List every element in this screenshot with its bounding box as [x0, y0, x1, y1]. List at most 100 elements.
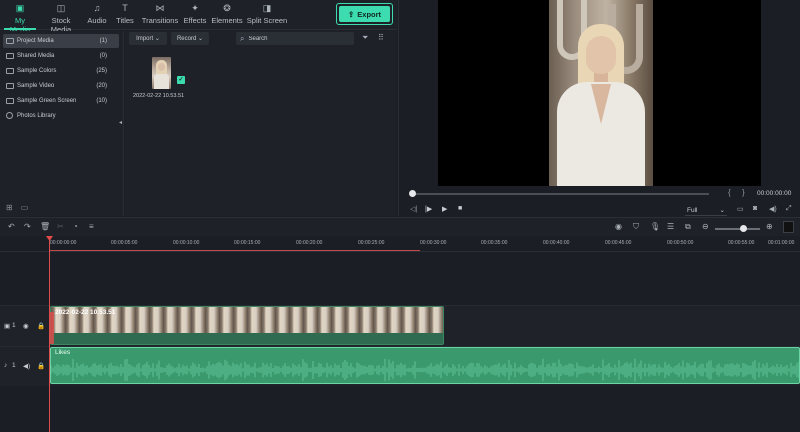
folder-icon[interactable]: ▭ [21, 203, 29, 212]
stop-icon[interactable]: ■ [458, 205, 462, 212]
tab-effects[interactable]: ✦ Effects [182, 0, 208, 29]
previous-frame-icon[interactable]: ◁| [410, 205, 417, 213]
cut-icon[interactable]: ✂ [57, 222, 64, 231]
folder-icon [6, 38, 14, 44]
folder-icon [6, 98, 14, 104]
eye-icon[interactable]: ◉ [23, 322, 29, 330]
ruler-label: 00:00:05:00 [111, 240, 138, 246]
sidebar-item-sample-green-screen[interactable]: Sample Green Screen (10) [3, 94, 119, 108]
quality-dropdown[interactable]: Full ⌄ [685, 205, 727, 216]
zoom-out-icon[interactable]: ⊖ [702, 222, 709, 231]
tab-transitions[interactable]: ⋈ Transitions [141, 0, 179, 29]
export-button[interactable]: ⇪ Export [336, 3, 393, 25]
panel-toggle-button[interactable] [783, 221, 794, 233]
record-dropdown[interactable]: Record ⌄ [171, 32, 209, 45]
redo-icon[interactable]: ↷ [24, 222, 31, 231]
fullscreen-icon[interactable]: ⤢ [786, 205, 792, 213]
media-icon: ▣ [15, 3, 25, 13]
new-folder-icon[interactable]: ⊞ [6, 203, 13, 212]
sidebar-item-count: (0) [99, 53, 107, 59]
export-label: Export [357, 9, 382, 19]
audio-track-icon: ♪ [4, 362, 8, 369]
lock-icon[interactable]: 🔒 [37, 362, 45, 370]
ruler-label: 00:00:30:00 [420, 240, 447, 246]
export-icon: ⇪ [347, 9, 355, 19]
play-icon[interactable]: ▶ [442, 205, 447, 213]
tab-split-screen[interactable]: ◨ Split Screen [246, 0, 288, 29]
video-clip[interactable]: 2022-02-22 10.53.51 [50, 306, 444, 345]
tab-titles[interactable]: T Titles [114, 0, 136, 29]
speed-icon[interactable]: ◔ [73, 222, 78, 231]
sidebar-item-project-media[interactable]: Project Media (1) [3, 34, 119, 48]
video-player[interactable] [438, 0, 761, 186]
grid-view-icon[interactable]: ⠿ [378, 33, 384, 42]
adjust-icon[interactable]: ≡ [89, 222, 94, 231]
volume-icon[interactable]: ◀) [23, 362, 30, 370]
volume-icon[interactable]: ◀) [769, 205, 777, 213]
preview-frame [549, 0, 653, 186]
media-tab-bar: ▣ My Media ◫ Stock Media ♫ Audio T Title… [0, 0, 397, 34]
tab-label: Audio [87, 16, 107, 25]
search-icon: ⌕ [240, 33, 245, 43]
sidebar-item-shared-media[interactable]: Shared Media (0) [3, 49, 119, 63]
tab-elements[interactable]: ❂ Elements [211, 0, 243, 29]
stock-media-icon: ◫ [56, 3, 66, 13]
tab-stock-media[interactable]: ◫ Stock Media [41, 0, 81, 34]
display-icon[interactable]: ▭ [737, 205, 744, 213]
collapse-arrow-icon[interactable]: ◂ [119, 119, 122, 126]
import-label: Import [136, 35, 154, 42]
zoom-slider[interactable] [715, 228, 760, 230]
delete-icon[interactable]: 🗑 [40, 222, 50, 231]
media-thumbnail[interactable] [152, 57, 171, 89]
tab-audio[interactable]: ♫ Audio [86, 0, 108, 29]
audio-track-number: 1 [12, 362, 16, 369]
chevron-down-icon: ⌄ [719, 207, 725, 214]
sidebar-item-count: (25) [96, 68, 107, 74]
ruler-label: 00:00:00:00 [50, 240, 77, 246]
filter-icon[interactable]: ⏷ [362, 33, 368, 43]
playhead[interactable] [49, 236, 50, 432]
audio-clip[interactable]: Likes [50, 347, 800, 384]
checkmark-icon: ✓ [177, 76, 185, 84]
snap-icon[interactable]: ⧉ [685, 222, 691, 232]
ruler-label: 00:00:55:00 [728, 240, 755, 246]
transitions-icon: ⋈ [155, 3, 165, 13]
preview-timecode: 00:00:00:00 [757, 190, 792, 197]
import-dropdown[interactable]: Import ⌄ [129, 32, 167, 45]
zoom-slider-handle[interactable] [740, 225, 747, 232]
search-box: ⌕ [236, 32, 354, 45]
list-icon[interactable]: ☰ [667, 222, 674, 231]
video-track-icon: ▣ [4, 323, 11, 330]
search-input[interactable] [248, 35, 339, 42]
lock-icon[interactable]: 🔒 [37, 322, 45, 330]
split-screen-icon: ◨ [262, 3, 272, 13]
scrub-track[interactable] [411, 193, 709, 195]
sidebar-item-sample-video[interactable]: Sample Video (20) [3, 79, 119, 93]
microphone-icon[interactable]: 🎙 [650, 222, 660, 231]
snapshot-icon[interactable]: ◙ [753, 205, 757, 212]
folder-icon [6, 68, 14, 74]
tab-my-media[interactable]: ▣ My Media [4, 0, 36, 34]
tab-label: Elements [211, 16, 243, 25]
ruler-label: 00:00:40:00 [543, 240, 570, 246]
tab-label: Transitions [141, 16, 179, 25]
scrub-handle[interactable] [409, 190, 416, 197]
step-back-icon[interactable]: |▶ [425, 205, 432, 213]
zoom-in-icon[interactable]: ⊕ [766, 222, 773, 231]
mark-in-icon[interactable]: { [728, 188, 731, 197]
render-icon[interactable]: ◉ [615, 222, 622, 231]
sidebar-item-label: Sample Colors [17, 68, 57, 74]
waveform-path [51, 358, 799, 382]
ruler-label: 00:00:50:00 [667, 240, 694, 246]
sidebar-item-photos-library[interactable]: Photos Library [3, 109, 119, 123]
sidebar-item-label: Project Media [17, 38, 54, 44]
video-clip-title: 2022-02-22 10.53.51 [55, 309, 116, 316]
media-sidebar: Project Media (1) Shared Media (0) Sampl… [0, 31, 124, 216]
tab-label: Split Screen [246, 16, 288, 25]
undo-icon[interactable]: ↶ [8, 222, 15, 231]
sidebar-item-sample-colors[interactable]: Sample Colors (25) [3, 64, 119, 78]
shield-icon[interactable]: ⛉ [633, 222, 639, 232]
quality-value: Full [687, 206, 698, 214]
effects-icon: ✦ [191, 3, 199, 13]
mark-out-icon[interactable]: } [742, 188, 745, 197]
